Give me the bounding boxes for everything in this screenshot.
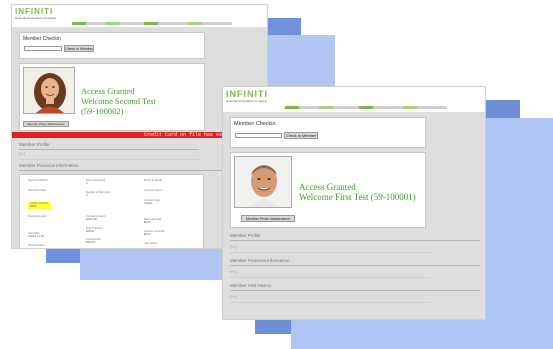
financial-toggle[interactable]: [+/-]	[230, 269, 237, 274]
member-photo-maintenance-button[interactable]: Member Photo Maintenance	[23, 121, 69, 127]
divider	[230, 252, 430, 253]
member-profile-heading[interactable]: Member Profile	[230, 233, 261, 238]
screenshot-member-first-test: INFINITI National Acceptance Company Mem…	[222, 86, 486, 320]
credit-card-exp-field: Credit Card Exp. 08/14	[28, 202, 52, 209]
financial-panel: Payment Method Days Remaining 0 Month to …	[19, 174, 204, 248]
financial-field: Amount Last Paid $0.00	[144, 230, 165, 237]
company-logo: INFINITI National Acceptance Company	[15, 7, 56, 20]
app-header: INFINITI National Acceptance Company	[12, 5, 267, 27]
check-in-member-button[interactable]: Check In Member	[284, 132, 318, 139]
member-id-input[interactable]	[24, 46, 62, 51]
logo-word: INFINITI	[226, 89, 268, 99]
checkin-panel: Member Checkin Check In Member	[19, 32, 205, 59]
logo-word: INFINITI	[15, 7, 54, 16]
app-header: INFINITI National Acceptance Company	[223, 87, 485, 112]
divider	[230, 277, 430, 278]
divider	[230, 240, 480, 241]
divider	[230, 265, 480, 266]
checkin-title: Member Checkin	[23, 36, 61, 42]
checkin-panel: Member Checkin Check In Member	[230, 117, 426, 148]
divider	[230, 290, 480, 291]
financial-field: Contract Amount $1201.00	[86, 215, 106, 222]
financial-field: Number of Payments 0	[86, 191, 111, 198]
member-photo	[234, 156, 292, 208]
member-financial-heading[interactable]: Member Financial Information	[230, 258, 290, 263]
financial-field: Days Remaining 0	[86, 179, 106, 186]
member-id-input[interactable]	[235, 133, 282, 138]
member-id: (59-100001)	[370, 192, 416, 202]
welcome-message: Welcome First Test (59-100001)	[299, 192, 416, 202]
financial-field: Routing Number	[28, 215, 47, 218]
financial-field: Late Status	[144, 242, 158, 245]
access-status: Access Granted	[299, 182, 356, 192]
member-profile-heading[interactable]: Member Profile	[19, 142, 50, 147]
company-logo: INFINITI National Acceptance Company	[226, 89, 268, 103]
member-photo-maintenance-button[interactable]: Member Photo Maintenance	[241, 215, 295, 222]
woman-portrait-icon	[24, 68, 74, 113]
member-status-panel: Access Granted Welcome Second Test (59-1…	[19, 63, 205, 131]
check-in-member-button[interactable]: Check In Member	[64, 45, 94, 52]
member-visit-history-heading[interactable]: Member Visit History	[230, 283, 271, 288]
financial-field: Next Draft Date	[28, 189, 46, 192]
financial-field: Draft Payment $65.00	[86, 227, 103, 234]
member-id: (59-100002)	[81, 106, 124, 116]
financial-field: Date Last Paid $0.00	[144, 218, 162, 225]
member-financial-heading[interactable]: Member Financial Information	[19, 163, 79, 168]
financial-field: Contract Status	[144, 189, 162, 192]
financial-field: Contract Bal. $301.00	[86, 238, 101, 245]
member-photo	[23, 67, 75, 114]
logo-tagline: National Acceptance Company	[226, 99, 268, 103]
member-status-panel: Access Granted Welcome First Test (59-10…	[230, 152, 426, 228]
divider	[230, 302, 430, 303]
logo-tagline: National Acceptance Company	[15, 16, 57, 20]
financial-field: Renewal Date	[28, 244, 45, 247]
man-portrait-icon	[235, 157, 291, 207]
profile-toggle[interactable]: [+/-]	[19, 152, 25, 156]
history-toggle[interactable]: [+/-]	[230, 294, 237, 299]
divider	[19, 159, 199, 160]
divider	[19, 149, 199, 150]
financial-field: Month to Month	[144, 179, 163, 182]
financial-field: Contract Type Classic	[144, 199, 161, 206]
profile-toggle[interactable]: [+/-]	[230, 244, 237, 249]
checkin-title: Member Checkin	[234, 121, 276, 127]
financial-field: Start Date 1/2016 1:1:00	[28, 232, 44, 239]
header-stripe	[72, 22, 267, 25]
welcome-text: Welcome First Test	[299, 192, 369, 202]
header-stripe	[285, 106, 485, 109]
financial-field: Payment Method	[28, 179, 48, 182]
